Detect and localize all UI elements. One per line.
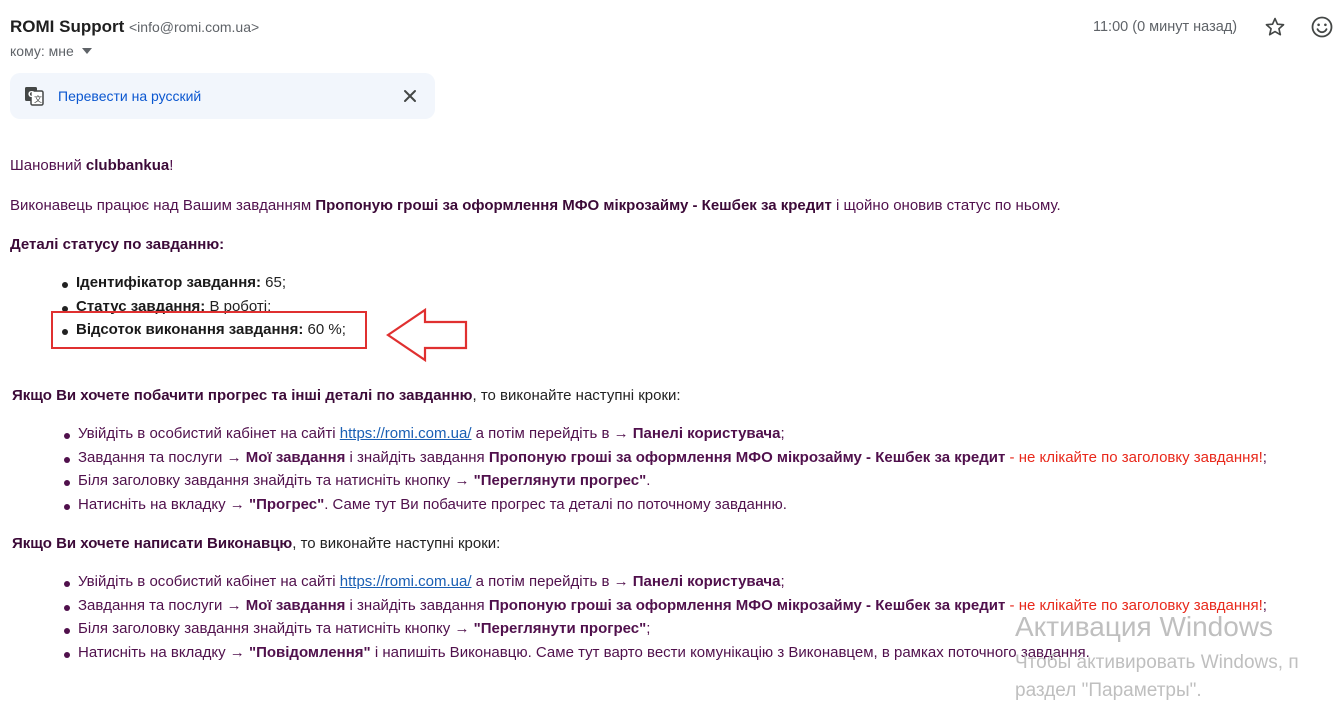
status-item-id: Ідентифікатор завдання: 65; [62,274,346,298]
step-text: і напишіть Виконавцю. Саме тут варто вес… [370,643,1090,661]
step-text: Увійдіть в особистий кабінет на сайті [78,573,340,590]
translate-icon: G 文 [25,87,44,106]
star-icon[interactable] [1264,16,1286,38]
translate-bar: G 文 Перевести на русский [10,73,435,119]
recipient-dropdown[interactable]: кому: мне [10,43,92,59]
intro-suffix: і щойно оновив статус по ньому. [831,197,1061,214]
message-heading-bold: Якщо Ви хочете написати Виконавцю [12,535,293,552]
watermark-subtitle: Чтобы активировать Windows, п [1015,652,1299,673]
watermark-title: Активация Windows [1015,611,1274,642]
list-item: Натисніть на вкладку → "Прогрес". Саме т… [64,496,1267,520]
status-value: 65; [261,274,287,291]
close-icon[interactable] [400,86,420,106]
progress-heading-rest: , то виконайте наступні кроки: [472,387,681,404]
step-warning: не клікайте по заголовку завдання! [1018,448,1263,466]
progress-heading-bold: Якщо Ви хочете побачити прогрес та інші … [12,387,473,404]
intro-paragraph: Виконавець працює над Вашим завданням Пр… [10,197,1061,214]
step-bold: "Повідомлення" [248,643,371,661]
greeting-suffix: ! [169,157,174,174]
step-bold: Мої завдання [245,448,346,466]
greeting-prefix: Шановний [10,157,86,174]
step-text: - [1005,448,1019,466]
greeting-name: clubbankua [85,157,170,174]
details-heading: Деталі статусу по завданню: [10,236,225,253]
sender-email: <info@romi.com.ua> [129,19,260,35]
progress-steps-list: Увійдіть в особистий кабінет на сайті ht… [64,425,1267,519]
arrow-annotation-icon [386,307,468,363]
chevron-down-icon[interactable] [81,48,92,54]
step-text: ; [646,620,651,637]
site-link[interactable]: https://romi.com.ua/ [340,425,472,442]
intro-prefix: Виконавець працює над Вашим завданням [10,197,316,214]
message-heading-rest: , то виконайте наступні кроки: [292,535,501,552]
step-text: ; [780,425,785,442]
step-text: Біля заголовку завдання знайдіть та нати… [78,472,474,489]
step-text: ; [1262,448,1267,466]
step-text: і знайдіть завдання [345,448,489,466]
step-text: Увійдіть в особистий кабінет на сайті [78,425,340,442]
message-time: 11:00 (0 минут назад) [1093,19,1238,35]
site-link[interactable]: https://romi.com.ua/ [340,573,472,590]
step-text: а потім перейдіть в → [471,573,633,590]
step-text: Завдання та послуги → [78,596,246,614]
step-bold: Панелі користувача [632,425,781,442]
list-item: Увійдіть в особистий кабінет на сайті ht… [64,425,1267,449]
list-item: Біля заголовку завдання знайдіть та нати… [64,472,1267,496]
step-text: . [646,472,651,489]
watermark-subtitle-2: раздел "Параметры". [1015,680,1202,701]
step-text: . Саме тут Ви побачите прогрес та деталі… [324,495,787,513]
step-text: а потім перейдіть в → [471,425,633,442]
step-bold: Пропоную гроші за оформлення МФО мікроза… [488,596,1006,614]
step-text: Натисніть на вкладку → [78,495,249,513]
svg-text:文: 文 [34,94,42,104]
step-bold: Пропоную гроші за оформлення МФО мікроза… [488,448,1006,466]
step-text: Біля заголовку завдання знайдіть та нати… [78,620,474,637]
progress-heading: Якщо Ви хочете побачити прогрес та інші … [12,387,681,404]
step-text: і знайдіть завдання [345,596,489,614]
step-text: ; [780,573,785,590]
message-heading: Якщо Ви хочете написати Виконавцю, то ви… [12,535,500,552]
list-item: Завдання та послуги → Мої завдання і зна… [64,449,1267,473]
step-bold: Панелі користувача [632,573,781,590]
highlight-box [51,311,367,349]
emoji-icon[interactable] [1310,15,1334,39]
step-bold: Мої завдання [245,596,346,614]
step-bold: "Переглянути прогрес" [473,472,647,489]
recipient-label: кому: мне [10,43,74,59]
step-text: Натисніть на вкладку → [78,643,249,661]
status-label: Ідентифікатор завдання: [76,274,261,291]
greeting: Шановний clubbankua! [10,157,173,174]
list-item: Увійдіть в особистий кабінет на сайті ht… [64,573,1267,597]
translate-link[interactable]: Перевести на русский [58,88,201,104]
sender-name[interactable]: ROMI Support [10,17,124,37]
step-bold: "Прогрес" [248,495,325,513]
step-bold: "Переглянути прогрес" [473,620,647,637]
step-text: Завдання та послуги → [78,448,246,466]
task-name: Пропоную гроші за оформлення МФО мікроза… [315,197,832,214]
